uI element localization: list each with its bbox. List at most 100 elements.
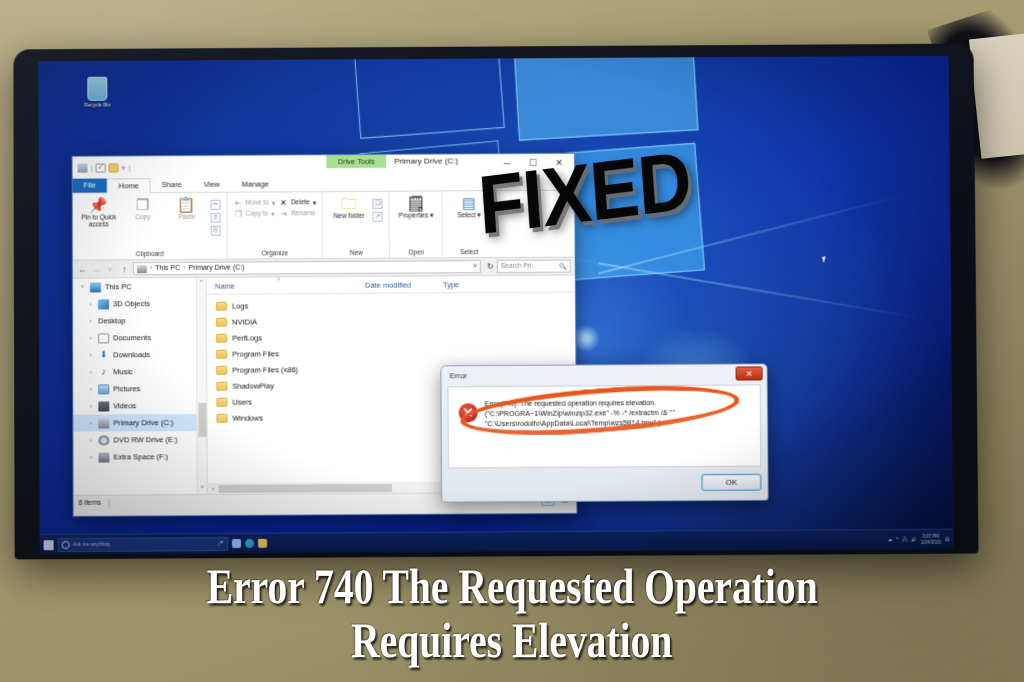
cut-icon[interactable]: ✂ <box>210 199 221 210</box>
delete-button[interactable]: ✕ Delete ▾ <box>279 198 316 207</box>
chevron-right-icon[interactable]: › <box>87 352 94 358</box>
customize-caret-icon[interactable]: ▾ <box>122 163 126 172</box>
up-arrow-icon[interactable]: ↑ <box>119 264 130 274</box>
ribbon-group-open: 🗒 Properties ▾ Open <box>389 191 444 258</box>
scroll-down-icon[interactable]: ˅ <box>198 483 207 494</box>
close-icon[interactable]: ✕ <box>735 366 763 381</box>
volume-icon[interactable]: 🔊 <box>911 536 917 542</box>
sidebar-item-dvd-drive[interactable]: › DVD RW Drive (E:) <box>73 431 206 449</box>
scroll-up-icon[interactable]: ^ <box>197 278 206 289</box>
tab-home[interactable]: Home <box>106 178 151 194</box>
delete-caret-icon[interactable]: ▾ <box>313 199 316 207</box>
copy-path-icon[interactable]: ≡ <box>210 212 221 223</box>
sidebar-label-videos: Videos <box>113 401 137 411</box>
breadcrumb-separator-1: › <box>149 265 153 273</box>
copy-to-caret-icon[interactable]: ▾ <box>271 210 274 218</box>
sidebar-item-this-pc[interactable]: ˅ This PC <box>73 278 206 296</box>
move-to-caret-icon[interactable]: ▾ <box>272 199 275 207</box>
chevron-right-icon[interactable]: › <box>87 437 94 443</box>
tab-share[interactable]: Share <box>151 177 193 192</box>
nav-pane-scrollbar[interactable]: ^ ˅ <box>195 277 207 495</box>
action-center-icon[interactable]: ▤ <box>945 536 949 542</box>
network-icon[interactable]: 🖧 <box>902 535 907 543</box>
tab-file[interactable]: File <box>72 177 107 193</box>
sidebar-label-dvd-drive: DVD RW Drive (E:) <box>113 435 178 445</box>
chevron-right-icon[interactable]: › <box>87 335 94 341</box>
quick-access-toolbar[interactable]: | ▾ | <box>73 162 131 173</box>
chevron-right-icon[interactable]: › <box>87 386 94 392</box>
pin-to-quick-access-button[interactable]: 📌 Pin to Quick access <box>79 197 119 229</box>
task-view-icon[interactable] <box>231 538 242 549</box>
clock-date: 1/24/2019 <box>920 539 942 545</box>
show-hidden-icons-icon[interactable]: ^ <box>896 537 898 542</box>
tab-view[interactable]: View <box>193 177 231 192</box>
new-item-icon[interactable]: ❏ <box>372 198 383 209</box>
chevron-down-icon[interactable]: ˅ <box>79 284 86 290</box>
file-name: Logs <box>231 301 249 311</box>
sidebar-item-documents[interactable]: › Documents <box>73 329 206 347</box>
sidebar-item-primary-drive[interactable]: › Primary Drive (C:) <box>73 413 207 432</box>
chevron-right-icon[interactable]: › <box>87 301 94 307</box>
horizontal-scroll-thumb[interactable] <box>218 483 393 493</box>
scroll-thumb[interactable] <box>198 403 207 438</box>
breadcrumb-dropdown-icon[interactable]: ˅ <box>473 263 477 270</box>
edge-browser-icon[interactable] <box>245 538 255 548</box>
chevron-right-icon[interactable]: › <box>87 318 94 324</box>
rename-button[interactable]: ⇥ Rename <box>279 209 316 218</box>
search-input[interactable]: Search Pri... 🔍 <box>496 259 571 273</box>
back-arrow-icon[interactable]: ← <box>77 264 88 274</box>
sidebar-item-desktop[interactable]: › Desktop <box>73 312 208 495</box>
sidebar-label-3d-objects: 3D Objects <box>112 299 151 309</box>
folder-icon <box>216 333 228 343</box>
breadcrumb[interactable]: › This PC › Primary Drive (C:) ˅ <box>132 260 482 276</box>
new-folder-icon[interactable] <box>108 162 119 172</box>
new-folder-button[interactable]: 🗀 New folder <box>329 196 369 221</box>
copy-to-button[interactable]: ❐ Copy to ▾ <box>234 209 275 219</box>
paste-button[interactable]: 📋 Paste <box>167 197 207 222</box>
breadcrumb-this-pc[interactable]: This PC <box>155 265 180 272</box>
easy-access-icon[interactable]: ⇗ <box>372 211 384 222</box>
file-name: ShadowPlay <box>232 380 275 391</box>
breadcrumb-primary-drive[interactable]: Primary Drive (C:) <box>188 265 244 272</box>
microphone-icon[interactable]: 🎤 <box>218 541 224 547</box>
chevron-right-icon[interactable]: › <box>87 420 94 426</box>
start-button-icon[interactable] <box>43 539 54 550</box>
chevron-right-icon[interactable]: › <box>87 369 94 375</box>
forward-arrow-icon: → <box>91 263 101 274</box>
ok-button[interactable]: OK <box>701 473 762 491</box>
properties-button[interactable]: 🗒 Properties ▾ <box>396 195 436 220</box>
tab-manage[interactable]: Manage <box>230 176 280 192</box>
column-header-type[interactable]: Type <box>435 280 495 289</box>
sidebar-item-downloads[interactable]: › ⬇ Downloads <box>73 346 206 364</box>
sidebar-label-downloads: Downloads <box>113 350 151 360</box>
sidebar-item-music[interactable]: › ♪ Music <box>73 363 206 381</box>
wallpaper-pane-1 <box>351 55 505 139</box>
sidebar-item-videos[interactable]: › Videos <box>73 397 206 415</box>
clock[interactable]: 3:07 PM 1/24/2019 <box>921 534 941 545</box>
clipboard-buttons: 📌 Pin to Quick access ❐ Copy 📋 Paste ✂ ≡… <box>73 197 227 237</box>
music-icon: ♪ <box>101 365 106 376</box>
copy-button[interactable]: ❐ Copy <box>123 197 163 222</box>
scroll-left-icon[interactable]: ‹ <box>208 485 219 491</box>
move-to-button[interactable]: ⇤ Move to ▾ <box>234 198 275 208</box>
sidebar-item-3d-objects[interactable]: › 3D Objects <box>73 295 206 313</box>
taskbar-search-input[interactable]: Ask me anything 🎤 <box>57 536 229 552</box>
chevron-right-icon[interactable]: › <box>87 454 94 460</box>
chevron-right-icon[interactable]: › <box>87 403 94 409</box>
recycle-bin-icon[interactable]: Recycle Bin <box>68 76 126 109</box>
recycle-bin-glyph <box>87 76 108 101</box>
onedrive-icon[interactable]: ☁ <box>888 536 893 542</box>
file-explorer-taskbar-icon[interactable] <box>258 538 268 548</box>
column-header-date-modified[interactable]: Date modified <box>357 280 435 289</box>
properties-icon[interactable] <box>95 163 106 173</box>
refresh-icon[interactable]: ↻ <box>484 262 494 271</box>
organize-buttons: ⇤ Move to ▾ ❐ Copy to ▾ ✕ Delete ▾ ⇥ Ren… <box>228 196 322 219</box>
breadcrumb-separator-2: › <box>183 264 186 272</box>
sidebar-item-extra-space[interactable]: › Extra Space (F:) <box>73 448 206 466</box>
paste-shortcut-icon[interactable]: ⎘ <box>210 225 221 236</box>
sidebar-item-pictures[interactable]: › Pictures <box>73 380 206 398</box>
column-header-name[interactable]: Name ^ <box>207 277 357 290</box>
properties-caret-icon[interactable]: ▾ <box>430 212 433 219</box>
sidebar-label-this-pc: This PC <box>104 282 132 292</box>
recent-locations-icon[interactable]: ˅ <box>105 264 116 274</box>
